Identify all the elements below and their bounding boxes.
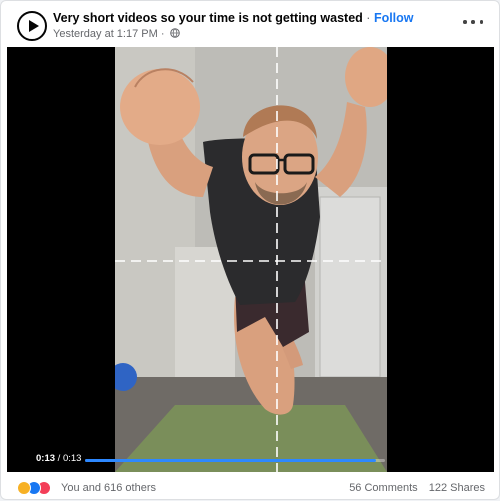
more-horizontal-icon[interactable] bbox=[463, 15, 483, 29]
post-timestamp[interactable]: Yesterday at 1:17 PM bbox=[53, 28, 158, 40]
play-icon bbox=[29, 20, 39, 32]
reactions-summary[interactable]: You and 616 others bbox=[61, 482, 156, 494]
progress-bar[interactable] bbox=[85, 459, 385, 462]
video-scene bbox=[115, 47, 387, 472]
reaction-icons[interactable] bbox=[17, 481, 57, 495]
post-card: Very short videos so your time is not ge… bbox=[0, 0, 500, 500]
time-separator: / bbox=[57, 453, 61, 464]
post-footer: You and 616 others 56 Comments 122 Share… bbox=[1, 475, 500, 501]
page-name-link[interactable]: Very short videos so your time is not ge… bbox=[53, 11, 363, 25]
haha-icon bbox=[17, 481, 31, 495]
separator-dot: · bbox=[366, 11, 371, 25]
separator-dot-2: · bbox=[160, 28, 165, 40]
follow-button[interactable]: Follow bbox=[374, 11, 414, 25]
progress-fill bbox=[85, 459, 376, 462]
page-avatar[interactable] bbox=[17, 11, 47, 41]
comments-count[interactable]: 56 Comments bbox=[349, 482, 417, 494]
current-time: 0:13 bbox=[36, 453, 56, 464]
shares-count[interactable]: 122 Shares bbox=[429, 482, 485, 494]
video-frame bbox=[115, 47, 387, 472]
video-controls: 0:13 / 0:13 bbox=[7, 448, 494, 472]
video-player[interactable]: 0:13 / 0:13 bbox=[7, 47, 494, 472]
duration: 0:13 bbox=[62, 453, 82, 464]
post-header: Very short videos so your time is not ge… bbox=[1, 1, 500, 47]
post-title-line: Very short videos so your time is not ge… bbox=[53, 11, 414, 25]
time-display: 0:13 / 0:13 bbox=[36, 453, 81, 464]
post-meta: Yesterday at 1:17 PM · bbox=[53, 28, 180, 40]
globe-icon bbox=[169, 28, 180, 38]
engagement-counts: 56 Comments 122 Shares bbox=[349, 482, 485, 494]
